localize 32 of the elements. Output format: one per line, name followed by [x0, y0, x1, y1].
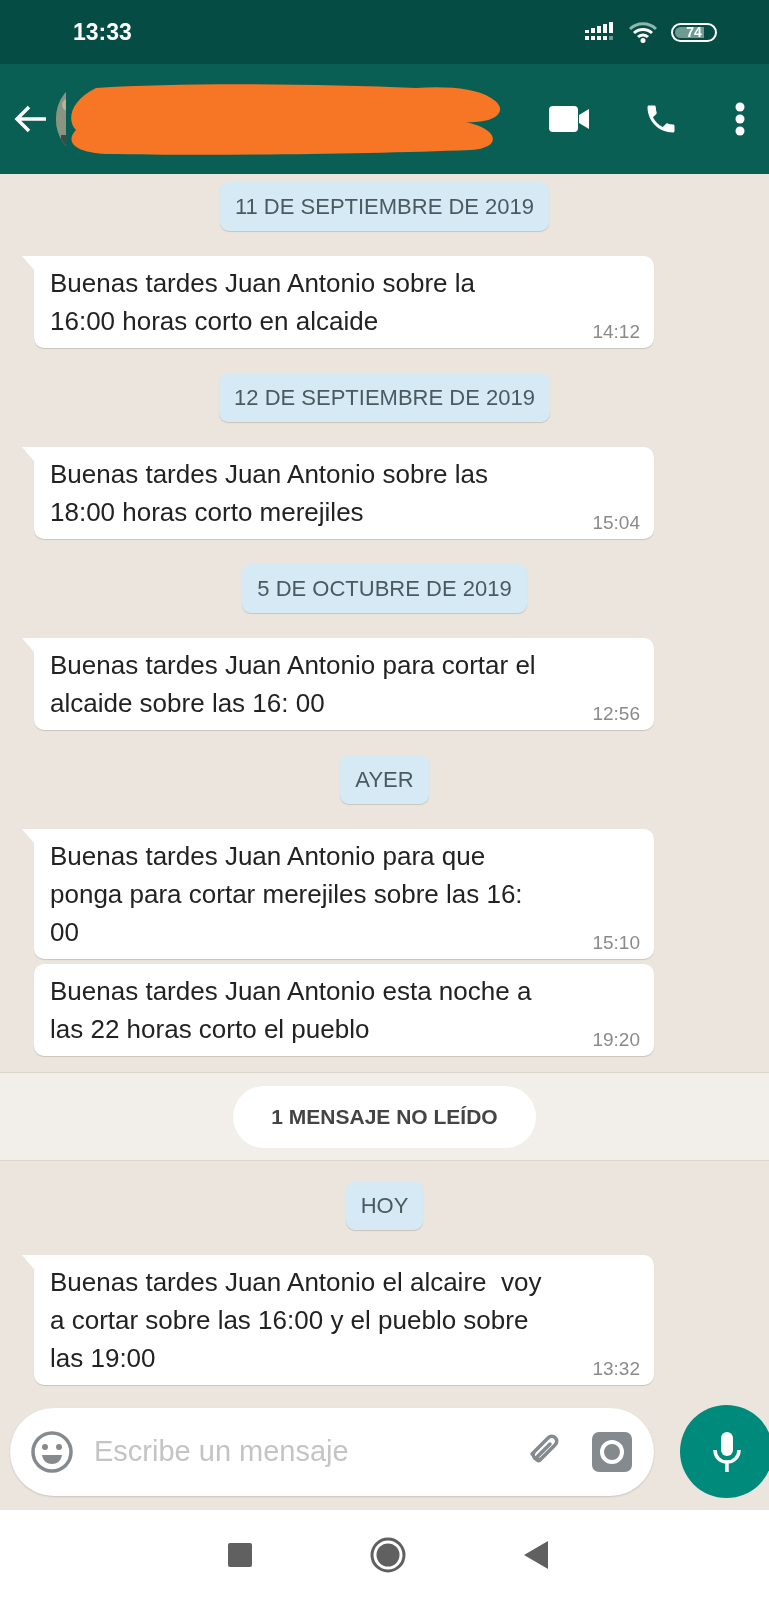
message-time: 19:20	[592, 1028, 640, 1052]
message-time: 15:10	[592, 931, 640, 955]
unread-label: 1 MENSAJE NO LEÍDO	[233, 1085, 536, 1148]
back-arrow-icon[interactable]	[14, 105, 48, 133]
message-text: Buenas tardes Juan Antonio para cortar el alcaide sobre las 16: 00	[50, 650, 536, 718]
date-chip: AYER	[340, 755, 429, 804]
message-text: Buenas tardes Juan Antonio sobre la 16:00 horas corto en alcaide	[50, 268, 475, 336]
clock: 13:33	[73, 18, 133, 46]
date-chip: 5 DE OCTUBRE DE 2019	[242, 564, 527, 613]
emoji-icon[interactable]	[30, 1429, 74, 1474]
date-chip: HOY	[345, 1181, 424, 1230]
date-chip: 11 DE SEPTIEMBRE DE 2019	[219, 182, 550, 231]
message-text: Buenas tardes Juan Antonio para que ponga para cortar merejiles sobre las 16: 00	[50, 841, 523, 947]
message-time: 14:12	[592, 320, 640, 344]
date-chip: 12 DE SEPTIEMBRE DE 2019	[219, 373, 550, 422]
home-icon[interactable]	[369, 1537, 406, 1573]
message-time: 13:32	[592, 1357, 640, 1381]
message-text: Buenas tardes Juan Antonio esta noche a las 22 horas corto el pueblo	[50, 976, 532, 1044]
message-time: 15:04	[592, 511, 640, 535]
more-options-icon[interactable]	[735, 102, 745, 136]
video-call-icon[interactable]	[549, 106, 589, 132]
message-text: Buenas tardes Juan Antonio sobre las 18:00 horas corto merejiles	[50, 459, 488, 527]
signal-icon	[585, 22, 615, 42]
wifi-icon	[629, 21, 657, 43]
back-icon[interactable]	[523, 1541, 548, 1569]
message-field[interactable]: Escribe un mensaje	[10, 1407, 654, 1496]
microphone-icon	[710, 1429, 743, 1474]
battery-icon: 74	[671, 22, 717, 42]
message-text: Buenas tardes Juan Antonio el alcaire voy a cortar sobre las 16:00 y el pueblo sobre las 19:00	[50, 1267, 542, 1373]
camera-icon[interactable]	[592, 1431, 632, 1472]
message-time: 12:56	[592, 702, 640, 726]
recents-icon[interactable]	[227, 1543, 252, 1567]
